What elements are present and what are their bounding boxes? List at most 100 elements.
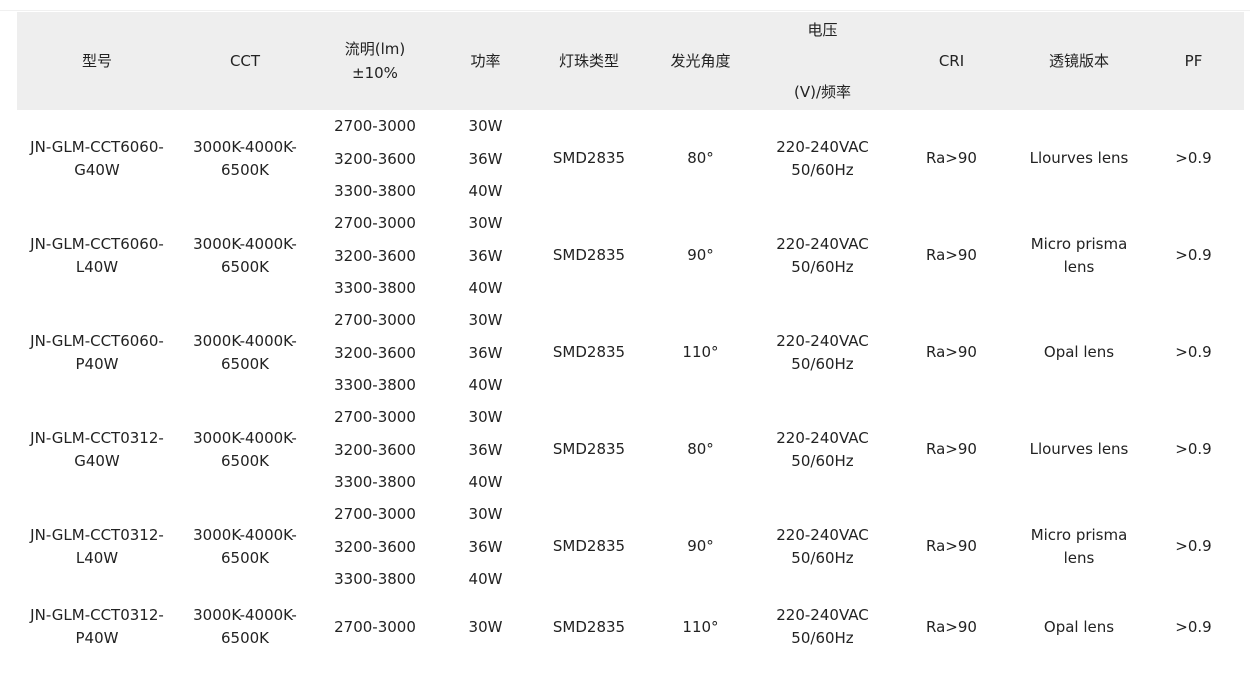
header-cct: CCT (177, 12, 313, 110)
led-type-cell-line1: SMD2835 (552, 149, 626, 167)
power-cell: 36W (437, 434, 534, 466)
cri-cell: Ra>90 (888, 498, 1015, 595)
cri-cell: Ra>90 (888, 207, 1015, 304)
voltage-cell-line1: 220-240VAC (776, 137, 869, 156)
pf-cell-line1: >0.9 (1175, 440, 1212, 458)
lens-cell: Opal lens (1015, 304, 1143, 401)
lens-cell-line2: lens (1063, 257, 1095, 276)
lumen-cell: 3200-3600 (313, 337, 437, 369)
power-cell: 30W (437, 595, 534, 659)
lens-cell-line1: Micro prisma (1030, 525, 1128, 544)
led-type-cell-line1: SMD2835 (552, 246, 626, 264)
voltage-cell-line1: 220-240VAC (776, 606, 869, 624)
model-cell-line1: JN-GLM-CCT6060- (30, 137, 164, 156)
power-cell: 40W (437, 466, 534, 498)
header-cri: CRI (888, 12, 1015, 110)
cri-cell: Ra>90 (888, 401, 1015, 498)
lens-cell-line2: lens (1063, 548, 1095, 567)
voltage-cell-line2: 50/60Hz (791, 451, 854, 470)
voltage-cell: 220-240VAC 50/60Hz (757, 401, 888, 498)
lumen-cell: 3300-3800 (313, 563, 437, 595)
lens-cell-line1: Micro prisma (1030, 234, 1128, 253)
power-cell-line1: 40W (468, 569, 503, 588)
power-cell: 36W (437, 143, 534, 175)
lumen-cell-line1: 3200-3600 (334, 440, 416, 459)
power-cell-line1: 30W (468, 214, 503, 232)
led-type-cell: SMD2835 (534, 401, 644, 498)
cct-cell: 3000K-4000K- 6500K (177, 110, 313, 207)
lens-cell-line1: Llourves lens (1029, 440, 1129, 458)
led-type-cell-line1: SMD2835 (552, 343, 626, 361)
led-type-cell-line1: SMD2835 (552, 617, 626, 636)
lens-cell-line1: Opal lens (1043, 617, 1115, 636)
beam-angle-cell: 110° (644, 595, 757, 659)
cct-cell-line2: 6500K (220, 257, 269, 276)
beam-angle-cell-line1: 80° (687, 149, 714, 167)
cct-cell-line2: 6500K (220, 354, 269, 373)
header-flux-line1: 流明(lm) (344, 40, 406, 58)
cct-cell: 3000K-4000K- 6500K (177, 401, 313, 498)
header-voltage-line1: 电压 (807, 21, 838, 39)
pf-cell: >0.9 (1143, 595, 1244, 659)
lens-cell: Llourves lens (1015, 110, 1143, 207)
lumen-cell-line1: 2700-3000 (334, 408, 416, 426)
lumen-cell: 3300-3800 (313, 272, 437, 304)
power-cell: 40W (437, 272, 534, 304)
model-cell: JN-GLM-CCT0312- L40W (17, 498, 177, 595)
header-flux: 流明(lm) ±10% (313, 12, 437, 110)
model-cell-line1: JN-GLM-CCT6060- (30, 331, 164, 350)
beam-angle-cell: 90° (644, 498, 757, 595)
pf-cell-line1: >0.9 (1175, 537, 1212, 555)
lumen-cell: 2700-3000 (313, 498, 437, 531)
cct-cell-line2: 6500K (220, 629, 269, 647)
table-row: JN-GLM-CCT6060- P40W 3000K-4000K- 6500K 2700… (17, 304, 1244, 373)
lens-cell: Micro prisma lens (1015, 498, 1143, 595)
pf-cell-line1: >0.9 (1175, 343, 1212, 361)
header-lens: 透镜版本 (1015, 12, 1143, 110)
power-cell: 36W (437, 531, 534, 563)
power-cell-line1: 30W (468, 408, 503, 426)
voltage-cell-line2: 50/60Hz (791, 354, 854, 373)
model-cell-line2: G40W (74, 160, 120, 179)
cri-cell: Ra>90 (888, 595, 1015, 659)
table-body: JN-GLM-CCT6060- G40W 3000K-4000K- 6500K 2700… (17, 110, 1244, 659)
lens-cell: Micro prisma lens (1015, 207, 1143, 304)
led-type-cell: SMD2835 (534, 595, 644, 659)
voltage-cell-line2: 50/60Hz (791, 257, 854, 276)
power-cell-line1: 40W (468, 181, 503, 200)
power-cell-line1: 36W (468, 537, 503, 556)
lumen-cell-line1: 3300-3800 (334, 278, 416, 297)
led-type-cell: SMD2835 (534, 207, 644, 304)
voltage-cell: 220-240VAC 50/60Hz (757, 304, 888, 401)
header-voltage-line2: (V)/频率 (793, 83, 852, 101)
lumen-cell-line1: 2700-3000 (334, 214, 416, 232)
lumen-cell: 2700-3000 (313, 207, 437, 240)
lumen-cell-line1: 3200-3600 (334, 343, 416, 362)
lens-cell-line1: Llourves lens (1029, 149, 1129, 167)
model-cell: JN-GLM-CCT6060- P40W (17, 304, 177, 401)
power-cell: 36W (437, 337, 534, 369)
lumen-cell-line1: 3300-3800 (334, 569, 416, 588)
cct-cell: 3000K-4000K- 6500K (177, 498, 313, 595)
voltage-cell: 220-240VAC 50/60Hz (757, 110, 888, 207)
header-model: 型号 (17, 12, 177, 110)
top-divider (0, 10, 1250, 11)
cri-cell: Ra>90 (888, 110, 1015, 207)
cct-cell-line1: 3000K-4000K- (193, 428, 297, 447)
voltage-cell-line2: 50/60Hz (791, 548, 854, 567)
table-row: JN-GLM-CCT0312- L40W 3000K-4000K- 6500K 2700… (17, 498, 1244, 567)
table-header: 型号 CCT 流明(lm) ±10% 功率 灯珠类型 发光角度 电压 (V)/频… (17, 12, 1244, 110)
model-cell: JN-GLM-CCT0312- P40W (17, 595, 177, 659)
header-beam-angle: 发光角度 (644, 12, 757, 110)
beam-angle-cell: 80° (644, 401, 757, 498)
table-row: JN-GLM-CCT6060- G40W 3000K-4000K- 6500K 2700… (17, 110, 1244, 179)
power-cell-line1: 36W (468, 246, 503, 265)
lumen-cell: 3300-3800 (313, 175, 437, 207)
cct-cell: 3000K-4000K- 6500K (177, 304, 313, 401)
power-cell: 30W (437, 401, 534, 434)
model-cell-line1: JN-GLM-CCT6060- (30, 234, 164, 253)
pf-cell: >0.9 (1143, 401, 1244, 498)
cct-cell: 3000K-4000K- 6500K (177, 595, 313, 659)
power-cell-line1: 30W (468, 505, 503, 523)
power-cell-line1: 40W (468, 375, 503, 394)
